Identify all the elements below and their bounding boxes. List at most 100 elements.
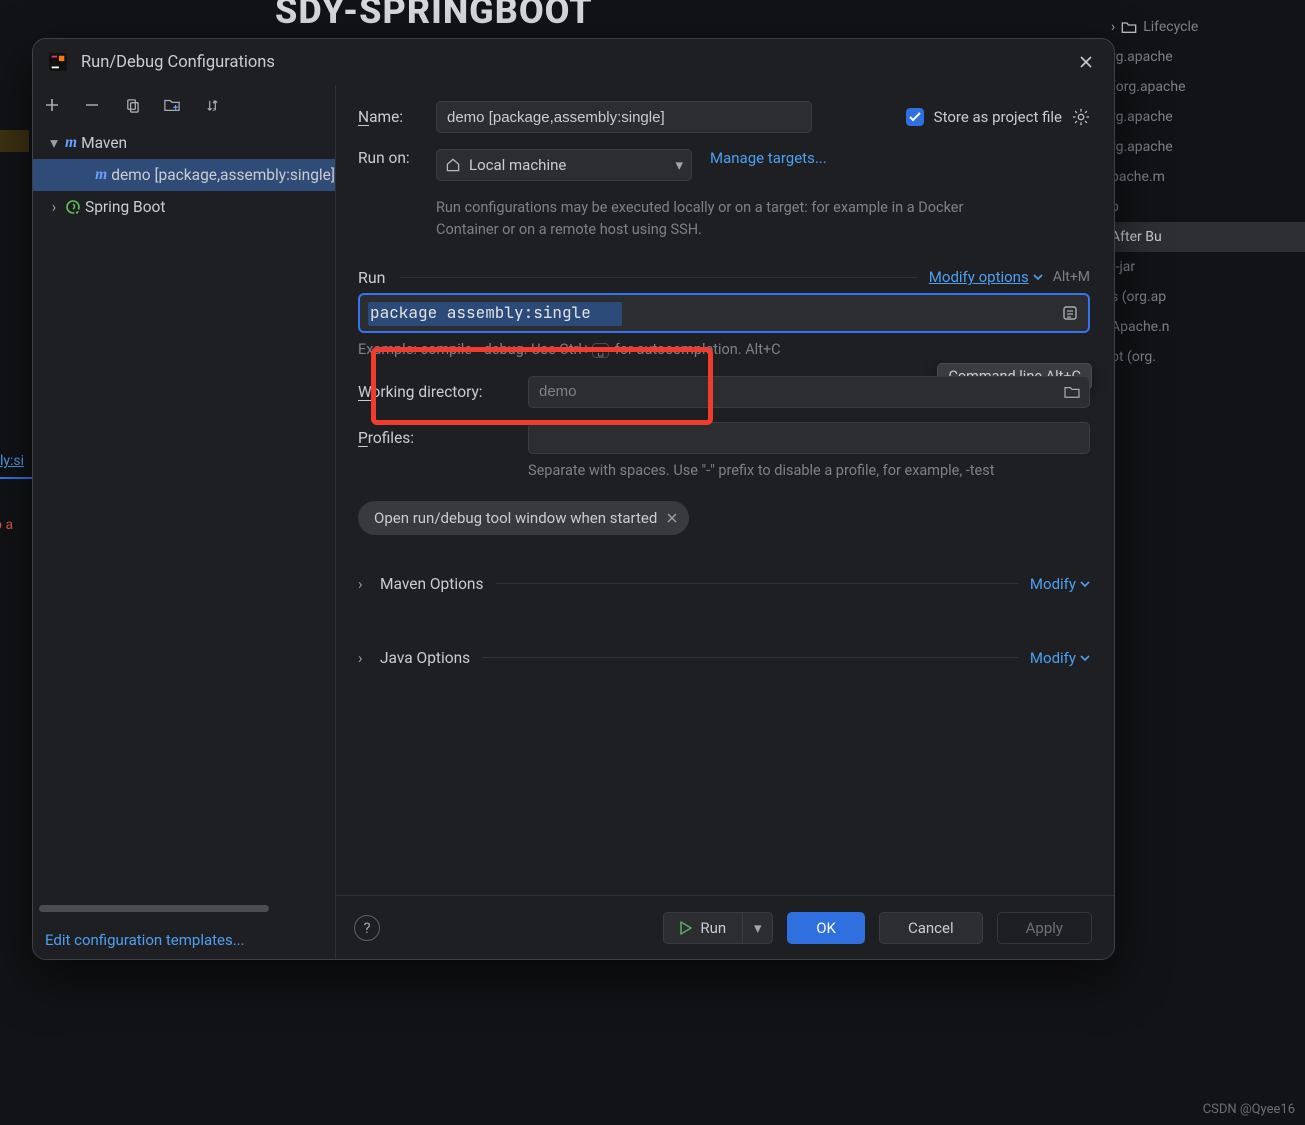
spring-boot-icon <box>65 199 81 215</box>
command-line-hint: Example: compile --debug. Use Ctrl+␣ for… <box>358 341 1090 358</box>
background-project-title: SDY-SPRINGBOOT <box>275 0 593 32</box>
intellij-logo-icon <box>49 53 67 71</box>
kbd-space-icon: ␣ <box>592 343 609 358</box>
store-as-project-file-checkbox[interactable] <box>906 108 924 126</box>
bg-row: p <box>1105 192 1305 222</box>
save-config-button[interactable] <box>161 94 183 116</box>
minus-icon <box>84 97 100 113</box>
run-on-help: Run configurations may be executed local… <box>436 197 976 242</box>
background-orange-tab <box>0 130 29 152</box>
command-line-input[interactable]: package assembly:single <box>358 293 1090 333</box>
tree-springboot-group[interactable]: › Spring Boot <box>33 191 335 223</box>
chevron-down-icon: ▾ <box>754 919 762 937</box>
profiles-input[interactable] <box>528 422 1090 454</box>
folder-add-icon <box>164 97 180 113</box>
config-name-input[interactable] <box>436 101 812 133</box>
add-config-button[interactable] <box>41 94 63 116</box>
manage-targets-link[interactable]: Manage targets... <box>710 149 827 167</box>
profiles-label: Profiles: <box>358 429 528 447</box>
chevron-right-icon: › <box>47 198 61 216</box>
modify-options-link[interactable]: Modify options <box>929 268 1043 286</box>
tree-demo-config[interactable]: m demo [package,assembly:single] <box>33 159 335 191</box>
copy-config-button[interactable] <box>121 94 143 116</box>
gear-icon[interactable] <box>1072 108 1090 126</box>
run-section-header: Run <box>358 268 386 287</box>
store-label: Store as project file <box>934 108 1062 126</box>
modify-maven-link[interactable]: Modify <box>1030 575 1090 593</box>
close-icon <box>667 513 677 523</box>
expand-icon[interactable] <box>1062 305 1078 321</box>
bg-row: (org.apache <box>1105 72 1305 102</box>
ok-button[interactable]: OK <box>787 912 865 944</box>
run-button-label: Run <box>700 919 726 937</box>
bg-row: pache.m <box>1105 162 1305 192</box>
tree-label: Maven <box>81 134 127 152</box>
svg-text:z: z <box>212 107 215 113</box>
bg-row: rg.apache <box>1105 132 1305 162</box>
chevron-down-icon <box>1033 272 1043 282</box>
chevron-down-icon <box>1080 653 1090 663</box>
cancel-button[interactable]: Cancel <box>879 912 983 944</box>
maven-icon: m <box>95 166 107 184</box>
tree-label: Spring Boot <box>85 198 165 216</box>
bg-row: s (org.ap <box>1105 282 1305 312</box>
play-icon <box>680 921 692 935</box>
folder-icon[interactable] <box>1064 385 1080 399</box>
tree-label: demo [package,assembly:single] <box>111 166 335 184</box>
name-label: Name: <box>358 108 436 126</box>
working-directory-input[interactable] <box>528 376 1090 408</box>
run-dropdown-button[interactable]: ▾ <box>742 913 772 943</box>
home-icon <box>445 157 461 173</box>
folder-icon <box>1121 20 1137 34</box>
bg-row: ot (org. <box>1105 342 1305 372</box>
java-options-section[interactable]: › Java Options Modify <box>358 643 1090 673</box>
config-editor: Name: Store as project file Run on: <box>336 85 1114 959</box>
tree-maven-group[interactable]: ▾ m Maven <box>33 127 335 159</box>
sidebar-toolbar: az <box>33 85 335 125</box>
section-label: Maven Options <box>380 575 484 593</box>
maven-options-section[interactable]: › Maven Options Modify <box>358 569 1090 599</box>
bg-row: › Lifecycle <box>1105 12 1305 42</box>
modify-java-link[interactable]: Modify <box>1030 649 1090 667</box>
dialog-footer: ? Run ▾ OK Cancel Apply <box>336 895 1114 959</box>
dialog-titlebar: Run/Debug Configurations <box>33 39 1114 85</box>
profiles-hint: Separate with spaces. Use "-" prefix to … <box>528 462 1090 479</box>
modify-options-shortcut: Alt+M <box>1053 269 1090 285</box>
open-tool-window-chip[interactable]: Open run/debug tool window when started <box>358 501 689 535</box>
run-on-value: Local machine <box>469 156 566 174</box>
copy-icon <box>125 98 140 113</box>
chip-remove-button[interactable] <box>667 509 677 527</box>
bg-row-highlighted: After Bu <box>1105 222 1305 252</box>
dialog-title: Run/Debug Configurations <box>81 53 275 72</box>
svg-text:a: a <box>212 99 215 105</box>
background-right-panel: › Lifecycle rg.apache (org.apache rg.apa… <box>1105 0 1305 1125</box>
chevron-down-icon: ▾ <box>47 134 61 152</box>
sort-config-button[interactable]: az <box>201 94 223 116</box>
chevron-right-icon: › <box>358 575 374 593</box>
bg-row: Apache.n <box>1105 312 1305 342</box>
watermark: CSDN @Qyee16 <box>1203 1102 1295 1117</box>
help-button[interactable]: ? <box>354 915 380 941</box>
config-tree: ▾ m Maven m demo [package,assembly:singl… <box>33 125 335 901</box>
check-icon <box>909 112 921 122</box>
close-icon <box>1079 55 1093 69</box>
command-line-text: package assembly:single <box>370 302 591 323</box>
maven-icon: m <box>65 134 77 152</box>
sort-icon: az <box>205 98 220 113</box>
apply-button[interactable]: Apply <box>997 912 1092 944</box>
chevron-right-icon: › <box>358 649 374 667</box>
run-debug-dialog: Run/Debug Configurations az ▾ m <box>32 38 1115 960</box>
run-on-select[interactable]: Local machine ▾ <box>436 149 692 181</box>
remove-config-button[interactable] <box>81 94 103 116</box>
run-split-button[interactable]: Run ▾ <box>663 912 773 944</box>
run-on-label: Run on: <box>358 149 436 167</box>
edit-templates-link[interactable]: Edit configuration templates... <box>45 931 245 949</box>
bg-row: rg.apache <box>1105 42 1305 72</box>
close-button[interactable] <box>1074 50 1098 74</box>
tree-horizontal-scrollbar[interactable] <box>39 901 329 915</box>
working-dir-label: Working directory: <box>358 383 528 401</box>
chip-label: Open run/debug tool window when started <box>374 509 657 527</box>
section-label: Java Options <box>380 649 470 667</box>
bg-row: rg.apache <box>1105 102 1305 132</box>
run-button[interactable]: Run <box>664 913 742 943</box>
